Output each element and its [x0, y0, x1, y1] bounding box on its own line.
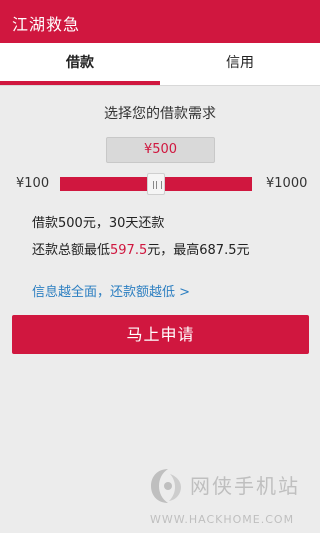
repay-prefix: 还款总额最低 [32, 243, 111, 258]
slider-min-label: ¥100 [16, 176, 50, 191]
slider-max-label: ¥1000 [266, 176, 308, 191]
repay-suffix: 元 [236, 243, 250, 258]
watermark-text: 网侠手机站 [190, 474, 300, 498]
tab-loan[interactable]: 借款 [0, 43, 160, 85]
app-bar: 江湖救急 [0, 0, 320, 43]
tab-credit[interactable]: 信用 [160, 43, 320, 85]
hackhome-logo-icon [151, 469, 181, 503]
repay-summary: 还款总额最低597.5元，最高687.5元 [32, 239, 249, 258]
loan-summary: 借款500元，30天还款 [32, 216, 165, 231]
loan-need-prompt: 选择您的借款需求 [104, 106, 216, 122]
amount-slider-thumb[interactable] [147, 173, 165, 195]
grip-icon [153, 181, 162, 189]
repay-middle: 元，最高 [147, 243, 200, 258]
repay-max-value: 687.5 [199, 243, 237, 258]
info-completeness-link[interactable]: 信息越全面，还款额越低 > [32, 281, 190, 300]
watermark: 网侠手机站 WWW.HACKHOME.COM [148, 466, 320, 533]
repay-min-value: 597.5 [110, 243, 148, 258]
apply-now-button[interactable]: 马上申请 [12, 315, 309, 354]
tab-bar: 借款 信用 [0, 43, 320, 86]
watermark-url: WWW.HACKHOME.COM [150, 513, 295, 526]
loan-amount-display: ¥500 [106, 137, 215, 163]
app-title: 江湖救急 [12, 15, 81, 34]
